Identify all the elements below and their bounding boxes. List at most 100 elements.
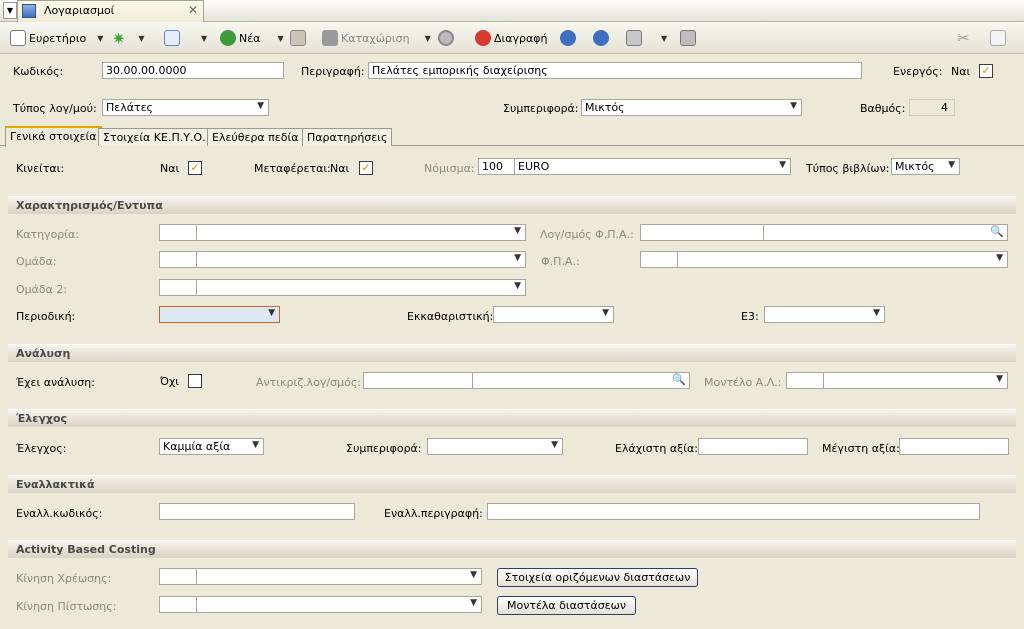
chevron-down-icon[interactable]: ▼: [138, 34, 144, 43]
analysis-model-code-field[interactable]: [786, 372, 824, 389]
delete-icon: [475, 30, 491, 46]
control-behavior-select[interactable]: ▼: [427, 438, 563, 455]
chevron-down-icon: ▼: [257, 101, 264, 111]
group2-code-field[interactable]: [159, 279, 197, 296]
alt-description-field[interactable]: [487, 503, 980, 520]
delete-button[interactable]: Διαγραφή: [475, 28, 547, 48]
favorite-button[interactable]: ✷ ▼: [112, 28, 145, 48]
window-tab-bar: ▼ Λογαριασμοί ✕: [0, 0, 1024, 22]
cut-button[interactable]: ✂: [957, 28, 970, 48]
behavior-select[interactable]: Μικτός ▼: [581, 99, 802, 116]
category-code-field[interactable]: [159, 224, 197, 241]
group2-select[interactable]: ▼: [196, 279, 526, 296]
control-value: Καμμία αξία: [163, 440, 231, 453]
books-type-value: Μικτός: [895, 160, 935, 173]
section-control: Έλεγχος: [8, 409, 1016, 427]
previous-button[interactable]: [560, 28, 576, 48]
defined-dimensions-button[interactable]: Στοιχεία οριζόμενων διαστάσεων: [497, 568, 698, 587]
category-select[interactable]: ▼: [196, 224, 526, 241]
clearing-select[interactable]: ▼: [493, 306, 614, 323]
level-field: 4: [909, 99, 955, 116]
chevron-down-icon[interactable]: ▼: [277, 34, 283, 43]
add-icon: [220, 30, 236, 46]
periodic-select[interactable]: ▼: [159, 306, 280, 323]
account-type-select[interactable]: Πελάτες ▼: [102, 99, 269, 116]
tab-kepyo[interactable]: Στοιχεία ΚΕ.Π.Υ.Ο.: [98, 128, 211, 146]
alt-description-label: Εναλλ.περιγραφή:: [384, 507, 483, 520]
moves-checkbox[interactable]: ✓: [188, 161, 202, 175]
vat-label: Φ.Π.Α.:: [541, 255, 580, 268]
credit-movement-select[interactable]: ▼: [196, 596, 482, 613]
dimension-models-button[interactable]: Μοντέλα διαστάσεων: [497, 596, 636, 615]
control-select[interactable]: Καμμία αξία ▼: [159, 438, 264, 455]
chevron-down-icon: ▼: [873, 308, 880, 318]
books-type-select[interactable]: Μικτός ▼: [891, 158, 960, 175]
index-button[interactable]: Ευρετήριο ▼: [10, 28, 103, 48]
active-checkbox[interactable]: ✓: [979, 64, 993, 78]
moves-label: Κινείται:: [16, 162, 65, 175]
search-icon: [164, 30, 180, 46]
debit-movement-code-field[interactable]: [159, 568, 197, 585]
tab-free-fields[interactable]: Ελεύθερα πεδία: [207, 128, 304, 146]
alt-code-label: Εναλλ.κωδικός:: [16, 507, 103, 520]
e3-select[interactable]: ▼: [764, 306, 885, 323]
tab-general[interactable]: Γενικά στοιχεία: [5, 126, 102, 147]
vat-code-field[interactable]: [640, 251, 678, 268]
currency-select[interactable]: EURO ▼: [514, 158, 791, 175]
chevron-down-icon[interactable]: ▼: [661, 34, 667, 43]
counter-account-field[interactable]: 🔍: [472, 372, 690, 389]
chevron-down-icon[interactable]: ▼: [425, 34, 431, 43]
magnifier-icon[interactable]: 🔍: [672, 373, 686, 386]
copy-button[interactable]: [290, 28, 306, 48]
index-icon: [10, 30, 26, 46]
min-value-field[interactable]: [698, 438, 808, 455]
alt-code-field[interactable]: [159, 503, 355, 520]
vat-account-field[interactable]: 🔍: [763, 224, 1008, 241]
currency-code-field[interactable]: 100: [478, 158, 515, 175]
checkmark-icon: ✓: [361, 161, 371, 174]
has-analysis-value: Όχι: [160, 375, 180, 388]
toolbar: Ευρετήριο ▼ ✷ ▼ ▼ Νέα ▼ Καταχώριση ▼ Δια…: [0, 22, 1024, 54]
debit-movement-select[interactable]: ▼: [196, 568, 482, 585]
search-button[interactable]: ▼: [164, 28, 207, 48]
next-button[interactable]: [593, 28, 609, 48]
tools-icon: [680, 30, 696, 46]
index-label: Ευρετήριο: [29, 31, 87, 45]
new-label: Νέα: [239, 31, 261, 45]
document-tab-title: Λογαριασμοί: [44, 4, 115, 17]
level-label: Βαθμός:: [860, 102, 906, 115]
category-label: Κατηγορία:: [16, 228, 79, 241]
target-button[interactable]: [438, 28, 454, 48]
credit-movement-code-field[interactable]: [159, 596, 197, 613]
vat-select[interactable]: ▼: [677, 251, 1008, 268]
close-icon[interactable]: ✕: [188, 3, 198, 17]
min-value-label: Ελάχιστη αξία:: [615, 442, 698, 455]
group-code-field[interactable]: [159, 251, 197, 268]
magnifier-icon[interactable]: 🔍: [990, 225, 1004, 238]
chevron-down-icon: ▼: [551, 440, 558, 450]
section-characterization: Χαρακτηρισμός/Εντυπα: [8, 196, 1016, 214]
document-tab[interactable]: Λογαριασμοί ✕: [17, 0, 204, 22]
transfers-checkbox[interactable]: ✓: [359, 161, 373, 175]
tools-button[interactable]: [680, 28, 696, 48]
analysis-model-select[interactable]: ▼: [823, 372, 1008, 389]
menu-arrow-icon[interactable]: ▼: [3, 2, 17, 19]
max-value-field[interactable]: [899, 438, 1009, 455]
chevron-down-icon[interactable]: ▼: [97, 34, 103, 43]
code-field[interactable]: 30.00.00.0000: [102, 62, 284, 79]
vat-account-code-field[interactable]: [640, 224, 764, 241]
save-button[interactable]: Καταχώριση ▼: [322, 28, 431, 48]
has-analysis-label: Έχει ανάλυση:: [16, 376, 95, 389]
chevron-down-icon: ▼: [514, 281, 521, 291]
page-button[interactable]: [990, 28, 1006, 48]
chevron-down-icon: ▼: [996, 374, 1003, 384]
tab-notes[interactable]: Παρατηρήσεις: [302, 128, 393, 146]
chevron-down-icon: ▼: [790, 101, 797, 111]
group-select[interactable]: ▼: [196, 251, 526, 268]
has-analysis-checkbox[interactable]: [188, 374, 202, 388]
description-field[interactable]: Πελάτες εμπορικής διαχείρισης: [368, 62, 862, 79]
print-button[interactable]: ▼: [626, 28, 667, 48]
new-button[interactable]: Νέα ▼: [220, 28, 284, 48]
counter-account-code-field[interactable]: [363, 372, 473, 389]
chevron-down-icon[interactable]: ▼: [201, 34, 207, 43]
